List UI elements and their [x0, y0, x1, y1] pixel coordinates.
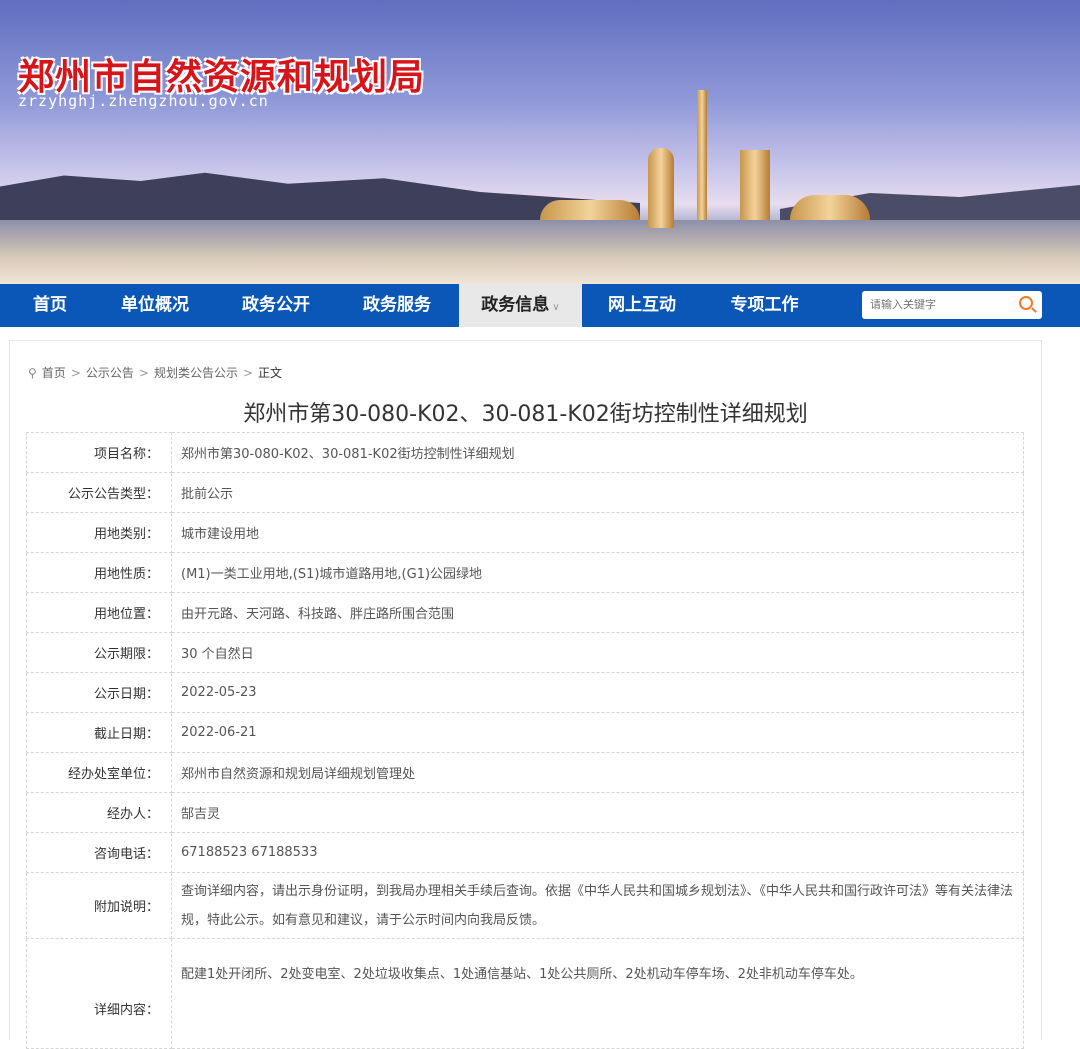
nav-special[interactable]: 专项工作 [702, 284, 827, 327]
table-row: 详细内容： 配建1处开闭所、2处变电室、2处垃圾收集点、1处通信基站、1处公共厕所… [26, 938, 1024, 1049]
table-row: 用地性质： (M1)一类工业用地,(S1)城市道路用地,(G1)公园绿地 [26, 552, 1024, 593]
breadcrumb-notices[interactable]: 公示公告 [86, 364, 134, 381]
row-value: 配建1处开闭所、2处变电室、2处垃圾收集点、1处通信基站、1处公共厕所、2处机动… [171, 938, 1024, 1049]
row-value: 郑州市第30-080-K02、30-081-K02街坊控制性详细规划 [171, 432, 1024, 473]
breadcrumb-separator: > [138, 365, 149, 380]
breadcrumb-separator: > [70, 365, 81, 380]
row-label: 经办人： [26, 792, 172, 833]
nav-gov-service[interactable]: 政务服务 [342, 284, 452, 327]
table-row: 项目名称： 郑州市第30-080-K02、30-081-K02街坊控制性详细规划 [26, 432, 1024, 473]
row-label: 用地类别： [26, 512, 172, 553]
row-value: 郑州市自然资源和规划局详细规划管理处 [171, 752, 1024, 793]
row-value: (M1)一类工业用地,(S1)城市道路用地,(G1)公园绿地 [171, 552, 1024, 593]
stadium-decoration [790, 195, 870, 220]
nav-gov-info-label: 政务信息 [481, 295, 550, 315]
search-input[interactable] [870, 299, 1010, 311]
content-panel: ⚲ 首页 > 公示公告 > 规划类公告公示 > 正文 郑州市第30-080-K02、3… [9, 340, 1042, 1049]
breadcrumb-current: 正文 [258, 366, 283, 380]
table-row: 用地位置： 由开元路、天河路、科技路、胖庄路所围合范围 [26, 592, 1024, 633]
search-box [862, 291, 1042, 319]
header-banner: 郑州市自然资源和规划局 zrzyhghj.zhengzhou.gov.cn [0, 0, 1080, 284]
table-row: 公示公告类型： 批前公示 [26, 472, 1024, 513]
row-label: 公示期限： [26, 632, 172, 673]
row-label: 经办处室单位： [26, 752, 172, 793]
hall-decoration [540, 200, 640, 220]
breadcrumb: ⚲ 首页 > 公示公告 > 规划类公告公示 > 正文 [28, 364, 282, 381]
site-domain: zrzyhghj.zhengzhou.gov.cn [18, 92, 269, 110]
table-row: 公示期限： 30 个自然日 [26, 632, 1024, 673]
nav-gov-info[interactable]: 政务信息 ∨ [459, 284, 582, 327]
table-row: 经办人： 郜吉灵 [26, 792, 1024, 833]
nav-gov-open[interactable]: 政务公开 [210, 284, 342, 327]
row-label: 项目名称： [26, 432, 172, 473]
row-label: 公示日期： [26, 672, 172, 713]
building-decoration [648, 148, 674, 228]
row-label: 详细内容： [26, 938, 172, 1049]
row-value: 批前公示 [171, 472, 1024, 513]
row-value: 由开元路、天河路、科技路、胖庄路所围合范围 [171, 592, 1024, 633]
nav-overview[interactable]: 单位概况 [100, 284, 210, 327]
table-row: 截止日期： 2022-06-21 [26, 712, 1024, 753]
info-table: 项目名称： 郑州市第30-080-K02、30-081-K02街坊控制性详细规划公… [26, 432, 1024, 1049]
nav-home[interactable]: 首页 [0, 284, 100, 327]
breadcrumb-home[interactable]: 首页 [42, 364, 66, 381]
table-row: 咨询电话： 67188523 67188533 [26, 832, 1024, 873]
table-row: 附加说明： 查询详细内容，请出示身份证明，到我局办理相关手续后查询。依据《中华人民… [26, 872, 1024, 939]
breadcrumb-planning-notices[interactable]: 规划类公告公示 [154, 364, 238, 381]
table-row: 公示日期： 2022-05-23 [26, 672, 1024, 713]
row-value: 2022-06-21 [171, 712, 1024, 753]
row-label: 截止日期： [26, 712, 172, 753]
tower-decoration [697, 90, 707, 220]
row-value: 67188523 67188533 [171, 832, 1024, 873]
row-label: 咨询电话： [26, 832, 172, 873]
location-pin-icon: ⚲ [28, 365, 37, 380]
breadcrumb-separator: > [242, 365, 254, 380]
row-value: 30 个自然日 [171, 632, 1024, 673]
row-value: 郜吉灵 [171, 792, 1024, 833]
pagoda-decoration [740, 150, 770, 220]
lake-decoration [0, 220, 1080, 284]
search-icon[interactable] [1019, 296, 1033, 310]
row-value: 查询详细内容，请出示身份证明，到我局办理相关手续后查询。依据《中华人民共和国城乡… [171, 872, 1024, 939]
nav-interaction[interactable]: 网上互动 [582, 284, 702, 327]
page-title: 郑州市第30-080-K02、30-081-K02街坊控制性详细规划 [243, 402, 808, 427]
chevron-down-icon: ∨ [549, 302, 560, 313]
row-label: 用地性质： [26, 552, 172, 593]
row-label: 附加说明： [26, 872, 172, 939]
main-nav: 首页 单位概况 政务公开 政务服务 政务信息 ∨ 网上互动 专项工作 [0, 284, 1080, 327]
row-label: 公示公告类型： [26, 472, 172, 513]
table-row: 经办处室单位： 郑州市自然资源和规划局详细规划管理处 [26, 752, 1024, 793]
row-value: 2022-05-23 [171, 672, 1024, 713]
row-label: 用地位置： [26, 592, 172, 633]
row-value: 城市建设用地 [171, 512, 1024, 553]
table-row: 用地类别： 城市建设用地 [26, 512, 1024, 553]
